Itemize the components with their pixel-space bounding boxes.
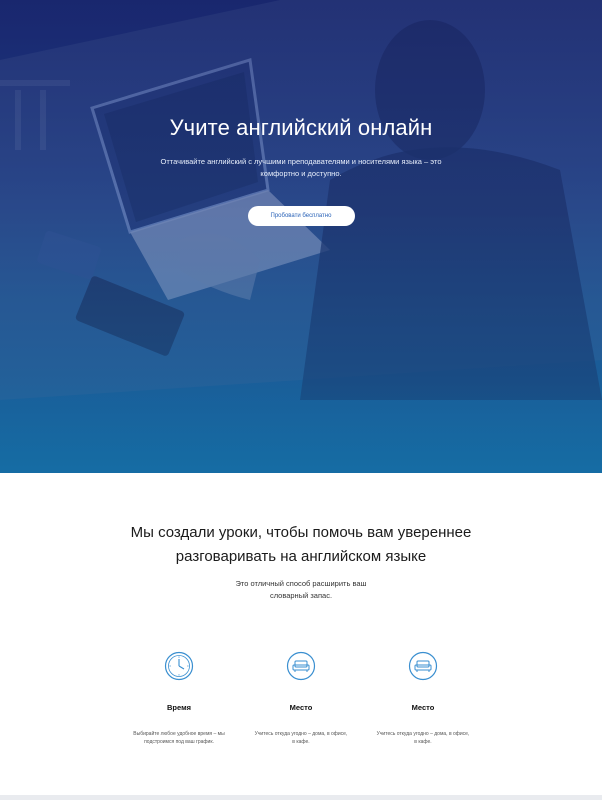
feature-description-line-2: подстроимся под ваш график.	[144, 739, 214, 745]
feature-description: Выбирайте любое удобное время – мы подст…	[124, 730, 234, 746]
hero-color-overlay	[0, 0, 602, 473]
footer-divider	[0, 795, 602, 800]
clock-icon	[164, 651, 194, 681]
feature-card-place: Место Учитесь откуда угодно – дома, в оф…	[236, 651, 366, 746]
section-subtitle: Это отличный способ расширить ваш словар…	[0, 578, 602, 602]
feature-title: Время	[167, 703, 191, 712]
feature-description-line-1: Выбирайте любое удобное время – мы	[133, 731, 225, 737]
hero-title: Учите английский онлайн	[169, 115, 433, 140]
feature-card-place-2: Место Учитесь откуда угодно – дома, в оф…	[358, 651, 488, 746]
feature-description-line-2: в кафе.	[414, 739, 432, 745]
sofa-icon	[408, 651, 438, 681]
hero-content: Учите английский онлайн Оттачивайте англ…	[0, 112, 602, 226]
section-subtitle-line-1: Это отличный способ расширить ваш	[235, 579, 367, 588]
section-title: Мы создали уроки, чтобы помочь вам увере…	[0, 521, 602, 569]
features-section: Мы создали уроки, чтобы помочь вам увере…	[0, 473, 602, 795]
feature-card-time: Время Выбирайте любое удобное время – мы…	[114, 651, 244, 746]
hero-subtitle-line-2: комфортно и доступно.	[260, 169, 342, 178]
feature-title: Место	[411, 703, 435, 712]
feature-description: Учитесь откуда угодно – дома, в офисе, в…	[246, 730, 356, 746]
section-title-line-2: разговаривать на английском языке	[175, 548, 427, 565]
feature-title: Место	[289, 703, 313, 712]
hero-section: Учите английский онлайн Оттачивайте англ…	[0, 0, 602, 473]
hero-subtitle-line-1: Оттачивайте английский с лучшими препода…	[160, 157, 442, 166]
feature-description-line-1: Учитесь откуда угодно – дома, в офисе,	[254, 731, 348, 737]
sofa-icon	[286, 651, 316, 681]
feature-description: Учитесь откуда угодно – дома, в офисе, в…	[368, 730, 478, 746]
feature-description-line-1: Учитесь откуда угодно – дома, в офисе,	[376, 731, 470, 737]
section-subtitle-line-2: словарный запас.	[269, 591, 333, 600]
try-free-button[interactable]: Пробовати бесплатно	[247, 206, 355, 226]
section-title-line-1: Мы создали уроки, чтобы помочь вам увере…	[130, 524, 472, 541]
hero-subtitle: Оттачивайте английский с лучшими препода…	[151, 156, 451, 180]
feature-description-line-2: в кафе.	[292, 739, 310, 745]
